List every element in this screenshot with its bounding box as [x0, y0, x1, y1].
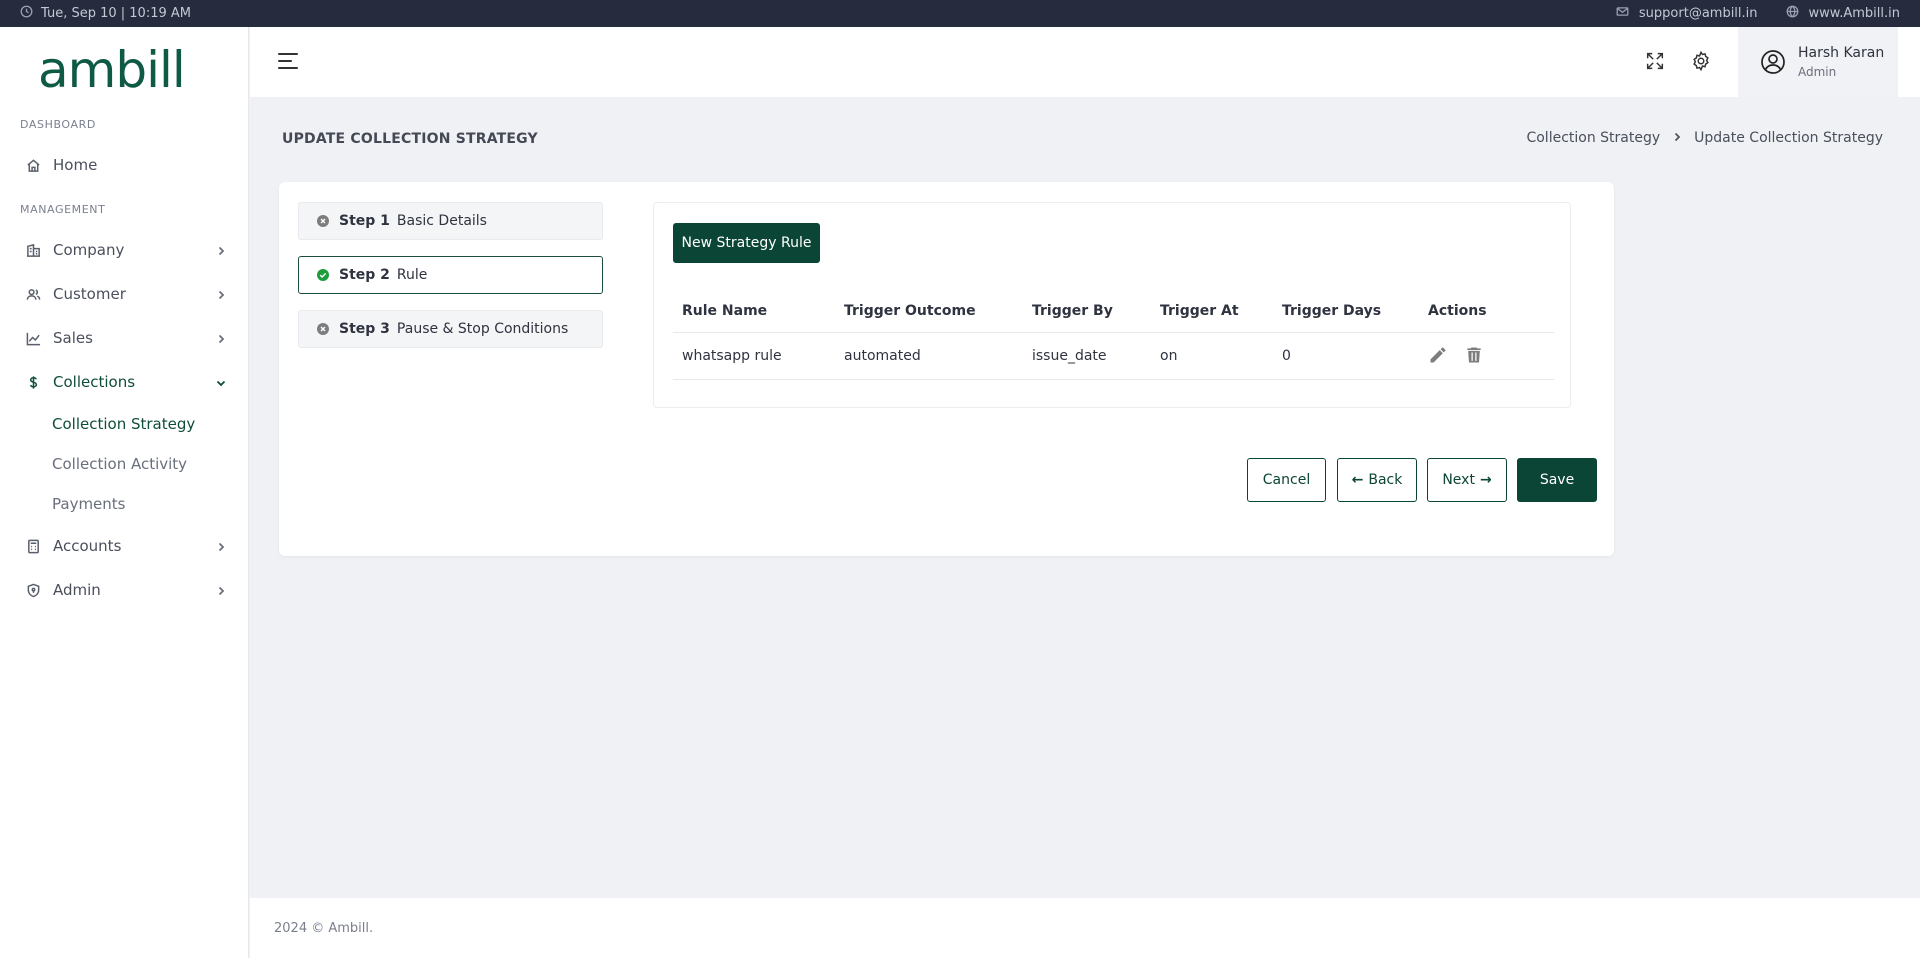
- cell-trigger-outcome: automated: [835, 332, 1023, 380]
- sidebar-item-customer[interactable]: Customer: [0, 279, 249, 309]
- sidebar-item-collections[interactable]: Collections: [0, 367, 249, 397]
- sidebar-subitem-collection-strategy[interactable]: Collection Strategy: [52, 415, 195, 433]
- button-label: Cancel: [1262, 472, 1311, 488]
- next-button[interactable]: Next →: [1427, 458, 1507, 502]
- chevron-right-icon: [1672, 130, 1682, 146]
- step-2-rule[interactable]: Step 2 Rule: [298, 256, 603, 294]
- step-label: Pause & Stop Conditions: [396, 321, 569, 337]
- top-info-bar: Tue, Sep 10 | 10:19 AM support@ambill.in…: [0, 0, 1920, 27]
- fullscreen-icon[interactable]: [1644, 50, 1668, 74]
- menu-toggle-icon[interactable]: [278, 53, 300, 71]
- chevron-right-icon: [215, 243, 227, 256]
- step-number: Step 1: [339, 213, 390, 229]
- copyright-text: 2024 © Ambill.: [274, 920, 374, 936]
- step-label: Basic Details: [396, 213, 487, 229]
- step-number: Step 3: [339, 321, 390, 337]
- mail-icon: [1616, 5, 1629, 22]
- chevron-down-icon: [215, 375, 227, 387]
- column-header: Trigger Outcome: [835, 290, 1023, 333]
- column-header: Rule Name: [673, 290, 835, 333]
- cell-rule-name: whatsapp rule: [673, 332, 835, 380]
- section-label-dashboard: DASHBOARD: [20, 118, 96, 131]
- chevron-right-icon: [215, 539, 227, 552]
- chevron-right-icon: [215, 583, 227, 596]
- clock-icon: [20, 5, 33, 22]
- user-role: Admin: [1798, 65, 1837, 79]
- button-label: Back: [1368, 472, 1403, 488]
- section-label-management: MANAGEMENT: [20, 203, 106, 216]
- chevron-right-icon: [215, 287, 227, 300]
- page-title: UPDATE COLLECTION STRATEGY: [282, 131, 538, 147]
- table-row: whatsapp rule automated issue_date on 0: [673, 332, 1554, 380]
- step-label: Rule: [396, 267, 428, 283]
- breadcrumb-current: Update Collection Strategy: [1694, 130, 1883, 146]
- globe-icon: [1786, 5, 1799, 22]
- table-header-row: Rule Name Trigger Outcome Trigger By Tri…: [673, 290, 1554, 333]
- new-strategy-rule-button[interactable]: New Strategy Rule: [673, 223, 820, 263]
- column-header: Actions: [1419, 290, 1554, 333]
- sidebar-item-label: Customer: [53, 285, 126, 303]
- save-button[interactable]: Save: [1517, 458, 1597, 502]
- sidebar-item-label: Company: [53, 241, 125, 259]
- gear-icon[interactable]: [1690, 50, 1714, 74]
- cell-actions: [1419, 332, 1554, 380]
- current-datetime: Tue, Sep 10 | 10:19 AM: [41, 6, 191, 21]
- user-name: Harsh Karan: [1798, 45, 1885, 61]
- cancel-button[interactable]: Cancel: [1247, 458, 1326, 502]
- avatar-icon: [1761, 50, 1785, 74]
- sidebar-item-label: Sales: [53, 329, 93, 347]
- strategy-rules-panel: New Strategy Rule Rule Name Trigger Outc…: [653, 202, 1571, 408]
- breadcrumb-link-collection-strategy[interactable]: Collection Strategy: [1526, 130, 1660, 146]
- line-chart-icon: [25, 330, 41, 346]
- sidebar-item-label: Accounts: [53, 537, 122, 555]
- cell-trigger-at: on: [1151, 332, 1273, 380]
- sidebar-item-home[interactable]: Home: [0, 150, 249, 180]
- sidebar-item-company[interactable]: Company: [0, 235, 249, 265]
- check-circle-icon: [317, 269, 329, 281]
- strategy-form-card: Step 1 Basic Details Step 2 Rule Step 3 …: [279, 182, 1614, 556]
- step-1-basic-details[interactable]: Step 1 Basic Details: [298, 202, 603, 240]
- sidebar-subitem-collection-activity[interactable]: Collection Activity: [52, 455, 187, 473]
- sidebar-item-accounts[interactable]: Accounts: [0, 531, 249, 561]
- chevron-right-icon: [215, 331, 227, 344]
- x-circle-icon: [317, 323, 329, 335]
- rules-table: Rule Name Trigger Outcome Trigger By Tri…: [673, 290, 1554, 380]
- users-icon: [25, 286, 41, 302]
- shield-icon: [25, 582, 41, 598]
- x-circle-icon: [317, 215, 329, 227]
- step-3-pause-stop-conditions[interactable]: Step 3 Pause & Stop Conditions: [298, 310, 603, 348]
- app-header: Harsh Karan Admin: [250, 27, 1920, 97]
- calculator-icon: [25, 538, 41, 554]
- ambill-logo[interactable]: ambill: [38, 41, 218, 99]
- back-button[interactable]: ← Back: [1337, 458, 1417, 502]
- user-profile-menu[interactable]: Harsh Karan Admin: [1738, 27, 1898, 97]
- sidebar-subitem-payments[interactable]: Payments: [52, 495, 125, 513]
- sidebar-item-label: Admin: [53, 581, 101, 599]
- sidebar: ambill DASHBOARD Home MANAGEMENT Company…: [0, 27, 249, 958]
- footer: 2024 © Ambill.: [250, 898, 1920, 958]
- breadcrumb: Collection Strategy Update Collection St…: [1526, 130, 1883, 146]
- support-email-link[interactable]: support@ambill.in: [1639, 6, 1758, 21]
- home-icon: [25, 157, 41, 173]
- sidebar-item-sales[interactable]: Sales: [0, 323, 249, 353]
- website-link[interactable]: www.Ambill.in: [1809, 6, 1900, 21]
- cell-trigger-days: 0: [1273, 332, 1419, 380]
- column-header: Trigger By: [1023, 290, 1151, 333]
- column-header: Trigger At: [1151, 290, 1273, 333]
- edit-pencil-icon[interactable]: [1428, 345, 1450, 367]
- svg-text:ambill: ambill: [38, 45, 185, 97]
- sidebar-item-label: Collections: [53, 373, 136, 391]
- sidebar-item-admin[interactable]: Admin: [0, 575, 249, 605]
- sidebar-item-label: Home: [53, 156, 98, 174]
- cell-trigger-by: issue_date: [1023, 332, 1151, 380]
- dollar-icon: [25, 374, 41, 390]
- arrow-left-icon: ←: [1351, 472, 1364, 488]
- trash-icon[interactable]: [1464, 345, 1486, 367]
- arrow-right-icon: →: [1479, 472, 1492, 488]
- button-label: Next: [1442, 472, 1475, 488]
- building-icon: [25, 242, 41, 258]
- step-number: Step 2: [339, 267, 390, 283]
- column-header: Trigger Days: [1273, 290, 1419, 333]
